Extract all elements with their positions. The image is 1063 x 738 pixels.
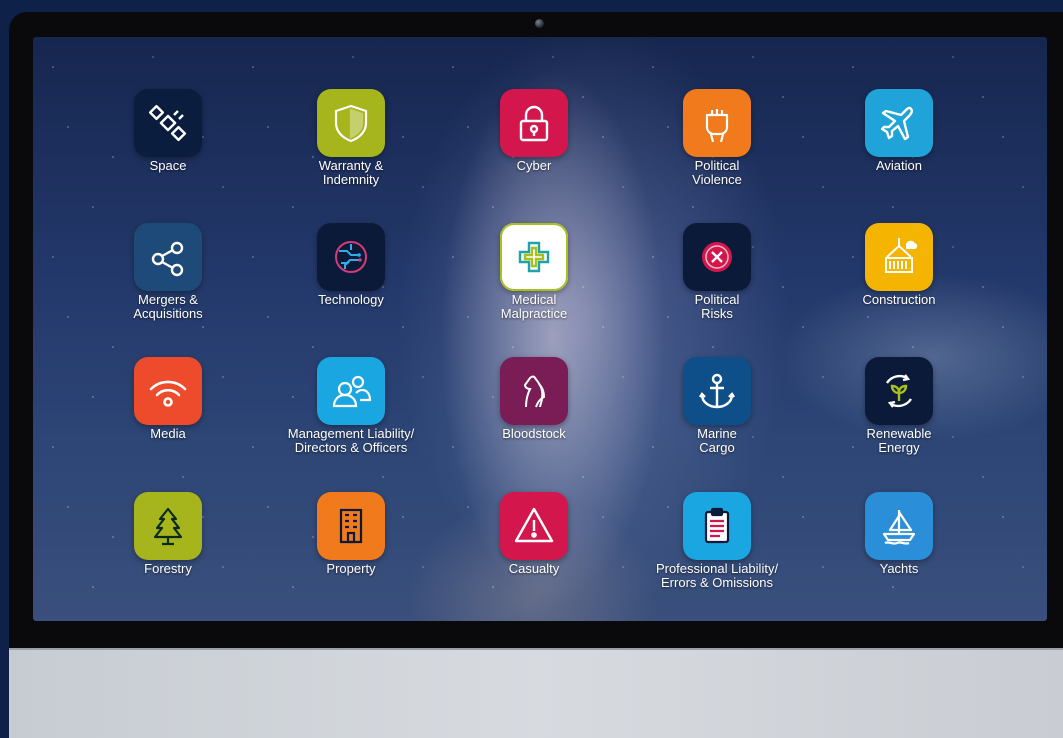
- anchor-icon: [683, 357, 751, 425]
- building-icon: [317, 492, 385, 560]
- app-label: Political Violence: [692, 158, 742, 187]
- app-label: Cyber: [516, 158, 552, 173]
- tree-icon: [134, 492, 202, 560]
- app-icon-marine-cargo[interactable]: Marine Cargo: [637, 357, 797, 455]
- imac-monitor: Space Warranty & Indemnity Cyber Political …: [9, 12, 1063, 738]
- app-label: Renewable Energy: [866, 426, 932, 455]
- share-nodes-icon: [134, 223, 202, 291]
- app-label: Yachts: [879, 561, 919, 576]
- raised-fist-icon: [683, 89, 751, 157]
- app-label: Professional Liability/ Errors & Omissio…: [655, 561, 779, 590]
- app-label: Construction: [862, 292, 936, 307]
- app-icon-technology[interactable]: Technology: [271, 223, 431, 307]
- app-icon-political-risks[interactable]: Political Risks: [637, 223, 797, 321]
- app-label: Medical Malpractice: [500, 292, 568, 321]
- app-label: Mergers & Acquisitions: [133, 292, 203, 321]
- warning-triangle-icon: [500, 492, 568, 560]
- app-label: Warranty & Indemnity: [318, 158, 384, 187]
- app-icon-grid: Space Warranty & Indemnity Cyber Political …: [33, 37, 1047, 621]
- app-icon-political-violence[interactable]: Political Violence: [637, 89, 797, 187]
- x-circle-icon: [683, 223, 751, 291]
- circuit-globe-icon: [317, 223, 385, 291]
- app-icon-yachts[interactable]: Yachts: [819, 492, 979, 576]
- app-icon-cyber[interactable]: Cyber: [454, 89, 614, 173]
- app-icon-bloodstock[interactable]: Bloodstock: [454, 357, 614, 441]
- camera-dot: [535, 19, 544, 28]
- renewable-leaf-icon: [865, 357, 933, 425]
- app-label: Management Liability/ Directors & Office…: [287, 426, 415, 455]
- app-label: Media: [150, 426, 186, 441]
- app-icon-aviation[interactable]: Aviation: [819, 89, 979, 173]
- app-label: Casualty: [508, 561, 560, 576]
- app-label: Marine Cargo: [697, 426, 737, 455]
- desktop-screen: Space Warranty & Indemnity Cyber Political …: [33, 37, 1047, 621]
- sailboat-icon: [865, 492, 933, 560]
- wifi-signal-icon: [134, 357, 202, 425]
- app-label: Aviation: [875, 158, 922, 173]
- app-icon-media[interactable]: Media: [88, 357, 248, 441]
- airplane-icon: [865, 89, 933, 157]
- app-icon-construction[interactable]: Construction: [819, 223, 979, 307]
- app-icon-professional-liability-errors-omissions[interactable]: Professional Liability/ Errors & Omissio…: [637, 492, 797, 590]
- shield-icon: [317, 89, 385, 157]
- app-icon-forestry[interactable]: Forestry: [88, 492, 248, 576]
- medical-cross-icon: [500, 223, 568, 291]
- app-icon-renewable-energy[interactable]: Renewable Energy: [819, 357, 979, 455]
- padlock-icon: [500, 89, 568, 157]
- app-icon-mergers-acquisitions[interactable]: Mergers & Acquisitions: [88, 223, 248, 321]
- app-icon-casualty[interactable]: Casualty: [454, 492, 614, 576]
- crane-container-icon: [865, 223, 933, 291]
- app-icon-property[interactable]: Property: [271, 492, 431, 576]
- satellite-icon: [134, 89, 202, 157]
- app-label: Political Risks: [694, 292, 740, 321]
- app-label: Property: [326, 561, 376, 576]
- monitor-chin: [9, 648, 1063, 738]
- horse-head-icon: [500, 357, 568, 425]
- app-label: Forestry: [144, 561, 192, 576]
- app-icon-space[interactable]: Space: [88, 89, 248, 173]
- app-label: Bloodstock: [502, 426, 566, 441]
- app-icon-management-liability-directors-officers[interactable]: Management Liability/ Directors & Office…: [271, 357, 431, 455]
- people-icon: [317, 357, 385, 425]
- clipboard-icon: [683, 492, 751, 560]
- app-icon-warranty-indemnity[interactable]: Warranty & Indemnity: [271, 89, 431, 187]
- app-label: Space: [149, 158, 187, 173]
- app-label: Technology: [318, 292, 384, 307]
- app-icon-medical-malpractice[interactable]: Medical Malpractice: [454, 223, 614, 321]
